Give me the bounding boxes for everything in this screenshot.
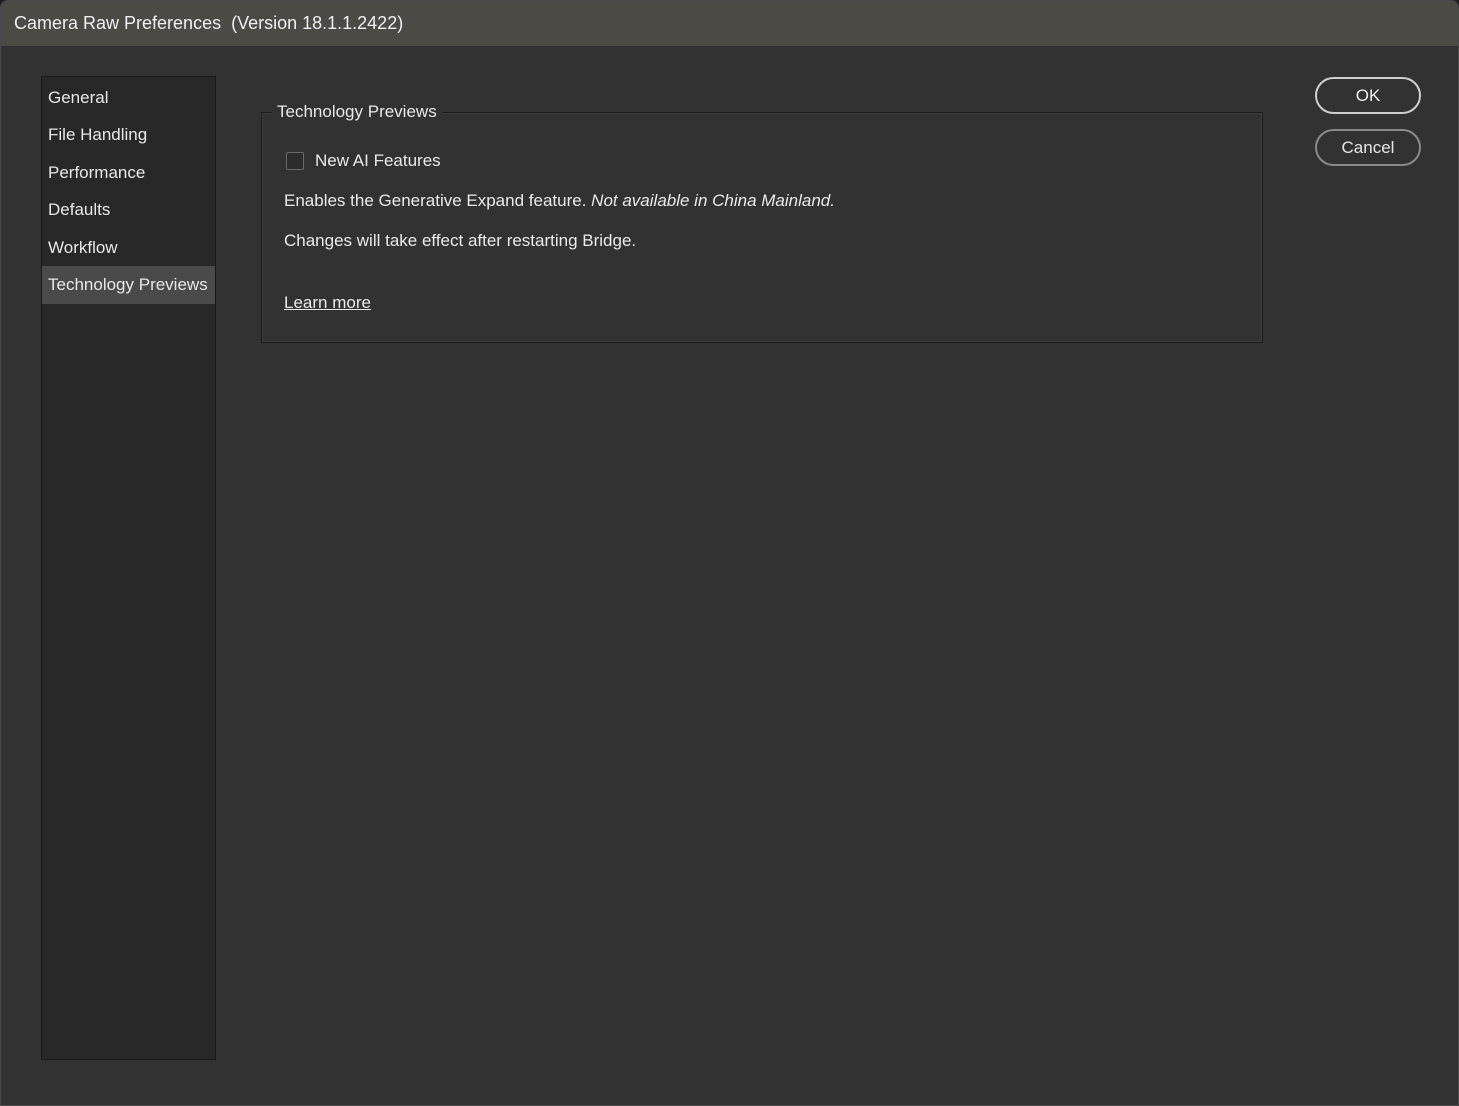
new-ai-features-option[interactable]: New AI Features: [286, 150, 441, 172]
preferences-window: Camera Raw Preferences (Version 18.1.1.2…: [0, 0, 1459, 1106]
sidebar: General File Handling Performance Defaul…: [41, 76, 216, 1060]
feature-description: Enables the Generative Expand feature. N…: [284, 190, 835, 212]
restart-note: Changes will take effect after restartin…: [284, 231, 637, 250]
sidebar-item-general[interactable]: General: [42, 79, 215, 117]
learn-more-link[interactable]: Learn more: [284, 292, 371, 314]
sidebar-item-workflow[interactable]: Workflow: [42, 229, 215, 267]
sidebar-item-defaults[interactable]: Defaults: [42, 191, 215, 229]
group-title: Technology Previews: [272, 101, 442, 123]
cancel-button[interactable]: Cancel: [1315, 129, 1421, 166]
description-text: Enables the Generative Expand feature.: [284, 191, 587, 210]
technology-previews-group: Technology Previews New AI Features Enab…: [261, 101, 1263, 343]
sidebar-item-performance[interactable]: Performance: [42, 154, 215, 192]
new-ai-features-checkbox[interactable]: [286, 152, 304, 170]
checkbox-label: New AI Features: [315, 151, 441, 170]
window-title: Camera Raw Preferences (Version 18.1.1.2…: [1, 1, 1458, 46]
sidebar-item-technology-previews[interactable]: Technology Previews: [42, 266, 215, 304]
sidebar-item-file-handling[interactable]: File Handling: [42, 116, 215, 154]
ok-button[interactable]: OK: [1315, 77, 1421, 114]
availability-note: Not available in China Mainland.: [591, 191, 835, 210]
